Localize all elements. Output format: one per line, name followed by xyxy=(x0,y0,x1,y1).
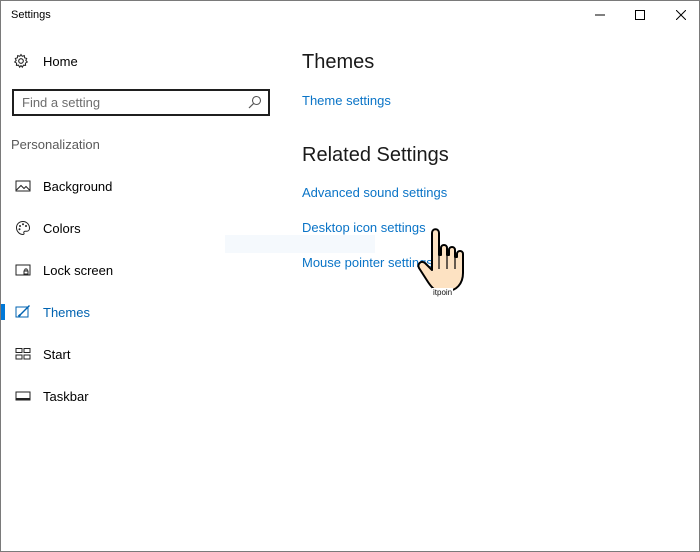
sidebar-item-label: Themes xyxy=(43,304,90,320)
sidebar-item-lock-screen[interactable]: Lock screen xyxy=(1,249,281,291)
sidebar-item-label: Taskbar xyxy=(43,388,89,404)
maximize-icon xyxy=(635,10,645,20)
search-box[interactable] xyxy=(12,89,270,116)
sidebar-item-label: Colors xyxy=(43,220,81,236)
settings-window: Settings Home Find a setting Personaliza… xyxy=(0,0,700,552)
theme-settings-link[interactable]: Theme settings xyxy=(302,93,391,108)
themes-heading: Themes xyxy=(302,51,375,73)
advanced-sound-settings-link[interactable]: Advanced sound settings xyxy=(302,185,447,200)
sidebar-item-themes[interactable]: Themes xyxy=(1,291,281,333)
lock-screen-icon xyxy=(15,262,31,278)
gear-icon xyxy=(13,53,29,69)
close-icon xyxy=(676,10,686,20)
start-icon xyxy=(15,346,31,362)
taskbar-icon xyxy=(15,388,31,404)
brush-icon xyxy=(15,304,31,320)
personalization-nav: Background Colors Lock screen Themes Sta… xyxy=(1,165,281,417)
sidebar-item-label: Start xyxy=(43,346,71,362)
picture-icon xyxy=(15,178,31,194)
watermark-text: itpoin xyxy=(432,288,454,297)
sidebar-item-label: Background xyxy=(43,178,113,194)
sidebar-item-label: Lock screen xyxy=(43,262,114,278)
selection-indicator xyxy=(1,304,5,320)
palette-icon xyxy=(15,220,31,236)
title-bar: Settings xyxy=(1,1,699,31)
search-input[interactable] xyxy=(14,91,234,114)
related-settings-heading: Related Settings xyxy=(302,144,449,166)
maximize-button[interactable] xyxy=(617,1,663,29)
sidebar-item-background[interactable]: Background xyxy=(1,165,281,207)
faded-overlay xyxy=(225,235,375,253)
home-nav-item[interactable]: Home xyxy=(13,51,78,71)
window-title: Settings xyxy=(11,9,51,21)
search-icon[interactable] xyxy=(248,95,262,109)
desktop-icon-settings-link[interactable]: Desktop icon settings xyxy=(302,220,426,235)
section-title-personalization: Personalization xyxy=(11,137,100,152)
minimize-icon xyxy=(595,14,605,16)
home-label: Home xyxy=(43,53,78,69)
close-button[interactable] xyxy=(658,1,700,29)
sidebar-item-taskbar[interactable]: Taskbar xyxy=(1,375,281,417)
sidebar-item-start[interactable]: Start xyxy=(1,333,281,375)
